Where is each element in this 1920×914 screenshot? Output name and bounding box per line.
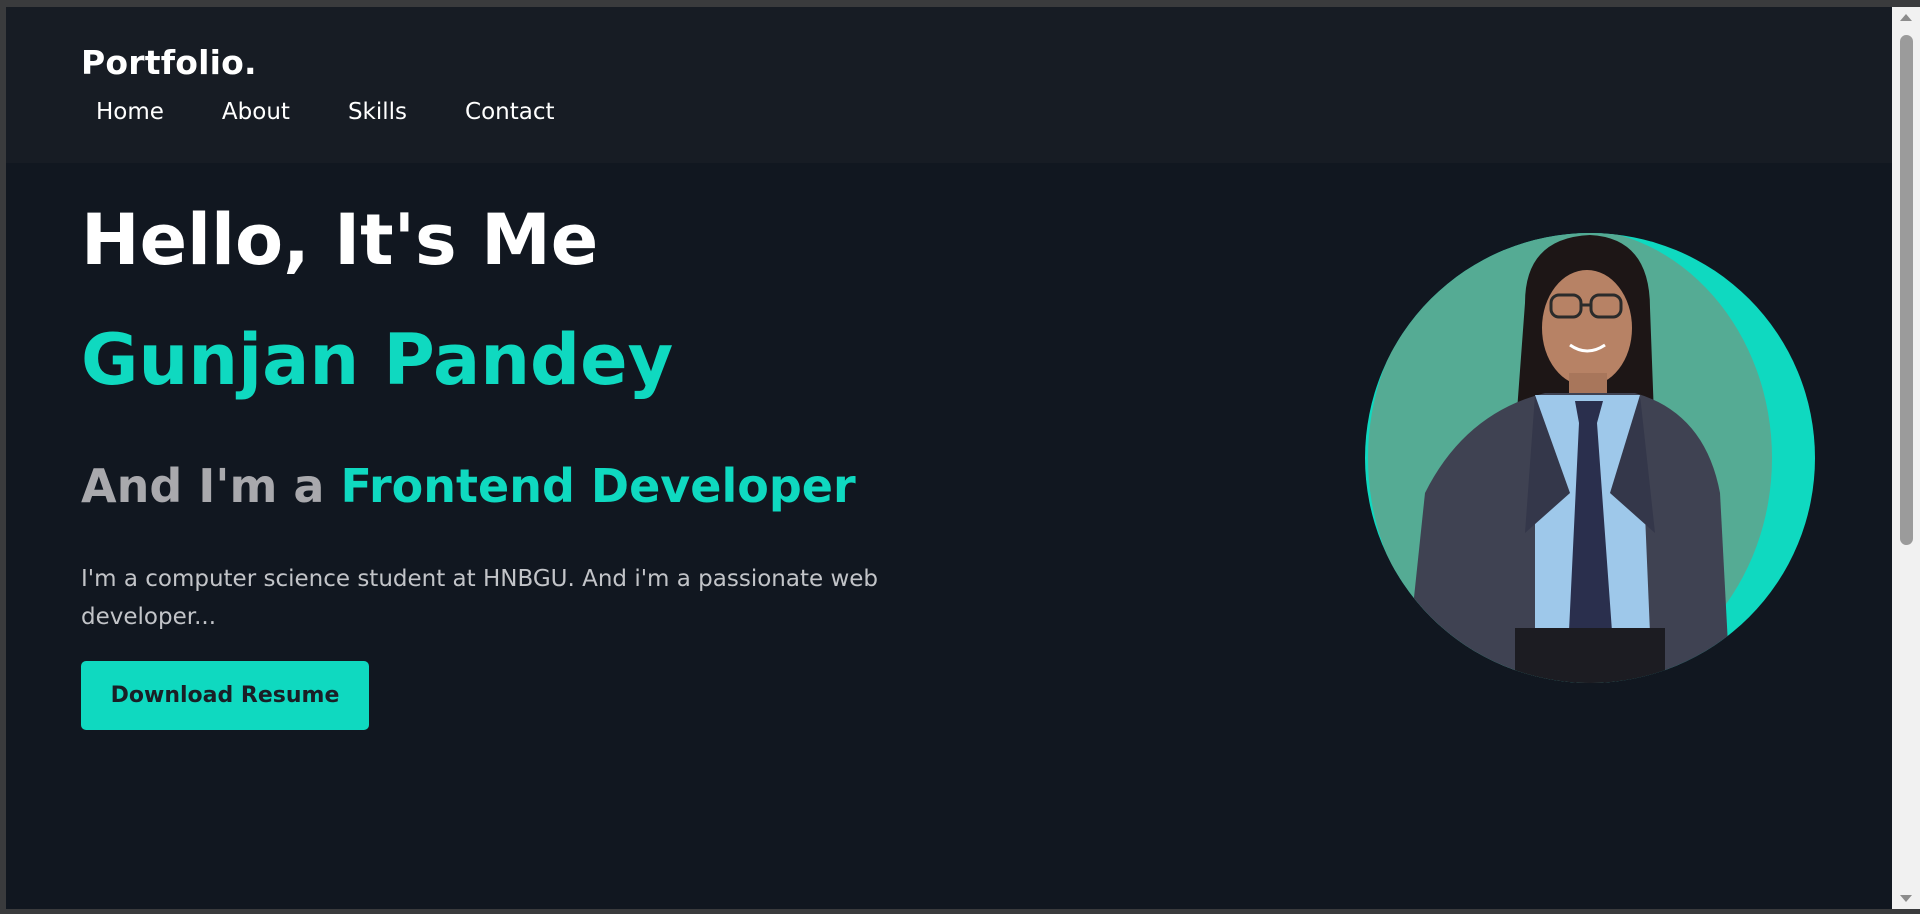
- scrollbar-thumb[interactable]: [1900, 35, 1913, 545]
- hero-role-prefix: And I'm a: [81, 459, 341, 513]
- profile-photo: [1365, 233, 1815, 683]
- site-header: Portfolio. Home About Skills Contact: [6, 7, 1892, 163]
- site-logo[interactable]: Portfolio.: [81, 43, 257, 82]
- hero-name: Gunjan Pandey: [81, 319, 674, 401]
- hero-role: And I'm a Frontend Developer: [81, 463, 856, 509]
- browser-viewport: Portfolio. Home About Skills Contact Hel…: [6, 7, 1892, 909]
- scroll-up-icon[interactable]: [1900, 14, 1912, 21]
- hero-role-highlight: Frontend Developer: [340, 459, 856, 513]
- nav-item-home[interactable]: Home: [96, 97, 164, 127]
- nav-item-contact[interactable]: Contact: [465, 97, 554, 127]
- nav-item-about[interactable]: About: [222, 97, 290, 127]
- hero-greeting: Hello, It's Me: [81, 199, 599, 281]
- main-nav: Home About Skills Contact: [96, 97, 613, 127]
- profile-photo-frame: [1365, 233, 1825, 693]
- scroll-down-icon[interactable]: [1900, 895, 1912, 902]
- page-scrollbar[interactable]: [1892, 7, 1920, 909]
- hero-description: I'm a computer science student at HNBGU.…: [81, 566, 879, 630]
- download-resume-button[interactable]: Download Resume: [81, 661, 369, 730]
- nav-item-skills[interactable]: Skills: [348, 97, 407, 127]
